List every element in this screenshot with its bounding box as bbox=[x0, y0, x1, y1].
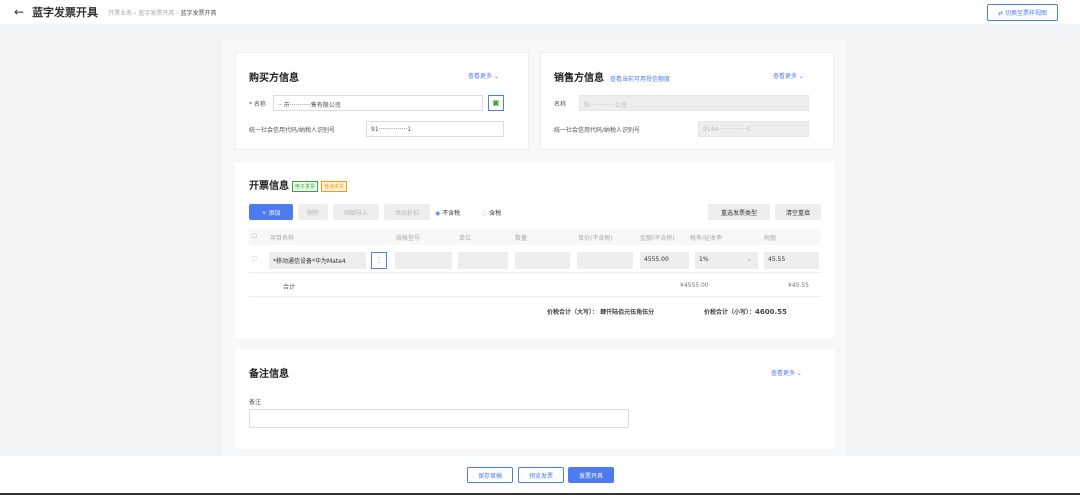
back-arrow-icon[interactable]: ← bbox=[14, 5, 24, 19]
chevron-down-icon: ⌄ bbox=[746, 256, 752, 263]
amount-input[interactable]: 4555.00 bbox=[640, 252, 689, 269]
header-checkbox[interactable]: ☐ bbox=[252, 233, 257, 240]
seller-more-link[interactable]: 查看更多 ⌄ bbox=[773, 71, 804, 80]
unit-price-input[interactable] bbox=[577, 252, 633, 269]
normal-invoice-tag: 普通发票 bbox=[321, 180, 348, 192]
breadcrumb-current: 蓝字发票开具 bbox=[180, 9, 217, 17]
preview-button[interactable]: 预览发票 bbox=[518, 467, 564, 483]
total-label: 合计 bbox=[283, 284, 296, 291]
total-uppercase: 价税合计（大写）： 肆仟陆佰元伍角伍分 bbox=[547, 309, 655, 316]
seller-tax-input: 9144···············C bbox=[698, 121, 809, 137]
seller-title: 销售方信息 查看当前可用授信额度 bbox=[554, 73, 671, 84]
buyer-name-label: * 名称 bbox=[249, 101, 266, 108]
breadcrumb: 开票业务 › 蓝字发票开具 › 蓝字发票开具 bbox=[108, 9, 217, 17]
table-header bbox=[249, 229, 821, 245]
radio-unchecked-icon: ○ bbox=[482, 210, 488, 217]
clear-button[interactable]: 清空重填 bbox=[775, 204, 821, 220]
col-header: 规格型号 bbox=[396, 235, 421, 242]
unit-input[interactable] bbox=[458, 252, 508, 269]
quota-link[interactable]: 查看当前可用授信额度 bbox=[610, 76, 670, 83]
buyer-tax-input[interactable]: 91···············1 bbox=[366, 121, 504, 137]
col-header: 数量 bbox=[515, 235, 528, 242]
more-options-icon[interactable]: ⋮ bbox=[371, 252, 387, 269]
buyer-more-link[interactable]: 查看更多 ⌄ bbox=[468, 71, 499, 80]
e-invoice-tag: 电子发票 bbox=[292, 180, 319, 192]
col-header: 单位 bbox=[459, 235, 472, 242]
total-amount: ¥4555.00 bbox=[680, 282, 709, 289]
tax-amount-input[interactable]: 45.55 bbox=[764, 252, 819, 269]
row-checkbox[interactable]: ☐ bbox=[252, 256, 257, 263]
radio-checked-icon: ◉ bbox=[435, 210, 441, 217]
col-header: 单价(不含税) bbox=[578, 235, 613, 242]
spec-input[interactable] bbox=[395, 252, 452, 269]
seller-name-label: 名称 bbox=[554, 101, 567, 108]
radio-exclusive[interactable]: ◉ 不含税 bbox=[435, 208, 460, 217]
delete-button[interactable]: 删除 bbox=[298, 204, 328, 220]
seller-name-input: 料·············公司 bbox=[579, 95, 809, 111]
remark-textarea[interactable] bbox=[249, 409, 629, 428]
switch-view-button[interactable]: ⇄ 切换至票样视图 bbox=[987, 4, 1058, 21]
issue-invoice-button[interactable]: 发票开具 bbox=[568, 467, 614, 483]
import-button[interactable]: 明细导入 bbox=[333, 204, 379, 220]
item-name-input[interactable]: *移动通信设备*华为Mate4 bbox=[269, 252, 366, 269]
remark-label: 备注 bbox=[249, 399, 262, 406]
remark-more-link[interactable]: 查看更多 ⌄ bbox=[771, 368, 802, 377]
page-title: 蓝字发票开具 bbox=[32, 6, 99, 19]
invoice-title: 开票信息 电子发票 普通发票 bbox=[249, 177, 348, 192]
total-tax: ¥45.55 bbox=[788, 282, 809, 289]
col-header: 税额 bbox=[764, 235, 777, 242]
breadcrumb-item[interactable]: 开票业务 bbox=[108, 10, 132, 17]
tax-rate-select[interactable]: 1% ⌄ bbox=[695, 252, 758, 269]
col-header: 税率/征收率 bbox=[690, 235, 723, 242]
remark-card: 备注信息 查看更多 ⌄ 备注 bbox=[235, 349, 834, 449]
footer-bar: 保存草稿 预览发票 发票开具 bbox=[0, 456, 1080, 495]
breadcrumb-item[interactable]: 蓝字发票开具 bbox=[138, 10, 174, 17]
buyer-card: 购买方信息 查看更多 ⌄ * 名称 ·· 市···········售有限公司 ▣… bbox=[235, 52, 529, 150]
col-header: 项目名称 bbox=[270, 235, 295, 242]
divider bbox=[249, 296, 821, 297]
top-bar: ← 蓝字发票开具 开票业务 › 蓝字发票开具 › 蓝字发票开具 ⇄ 切换至票样视… bbox=[0, 0, 1080, 24]
quantity-input[interactable] bbox=[515, 252, 570, 269]
reselect-type-button[interactable]: 重选发票类型 bbox=[708, 204, 770, 220]
total-lowercase: 价税合计（小写）：4600.55 bbox=[704, 308, 787, 316]
add-button[interactable]: + 添加 bbox=[249, 204, 293, 220]
col-header: 金额(不含税) bbox=[640, 235, 675, 242]
buyer-title: 购买方信息 bbox=[249, 73, 299, 84]
remark-title: 备注信息 bbox=[249, 369, 289, 380]
radio-inclusive[interactable]: ○ 含税 bbox=[482, 208, 501, 217]
select-buyer-icon[interactable]: ▣ bbox=[488, 95, 504, 111]
seller-tax-label: 统一社会信用代码/纳税人识别号 bbox=[554, 127, 641, 134]
divider bbox=[249, 272, 821, 273]
discount-button[interactable]: 添加折扣 bbox=[384, 204, 430, 220]
seller-card: 销售方信息 查看当前可用授信额度 查看更多 ⌄ 名称 料·············… bbox=[540, 52, 834, 150]
save-draft-button[interactable]: 保存草稿 bbox=[467, 467, 513, 483]
buyer-name-input[interactable]: ·· 市···········售有限公司 bbox=[273, 95, 483, 111]
buyer-tax-label: 统一社会信用代码/纳税人识别号 bbox=[249, 127, 336, 134]
